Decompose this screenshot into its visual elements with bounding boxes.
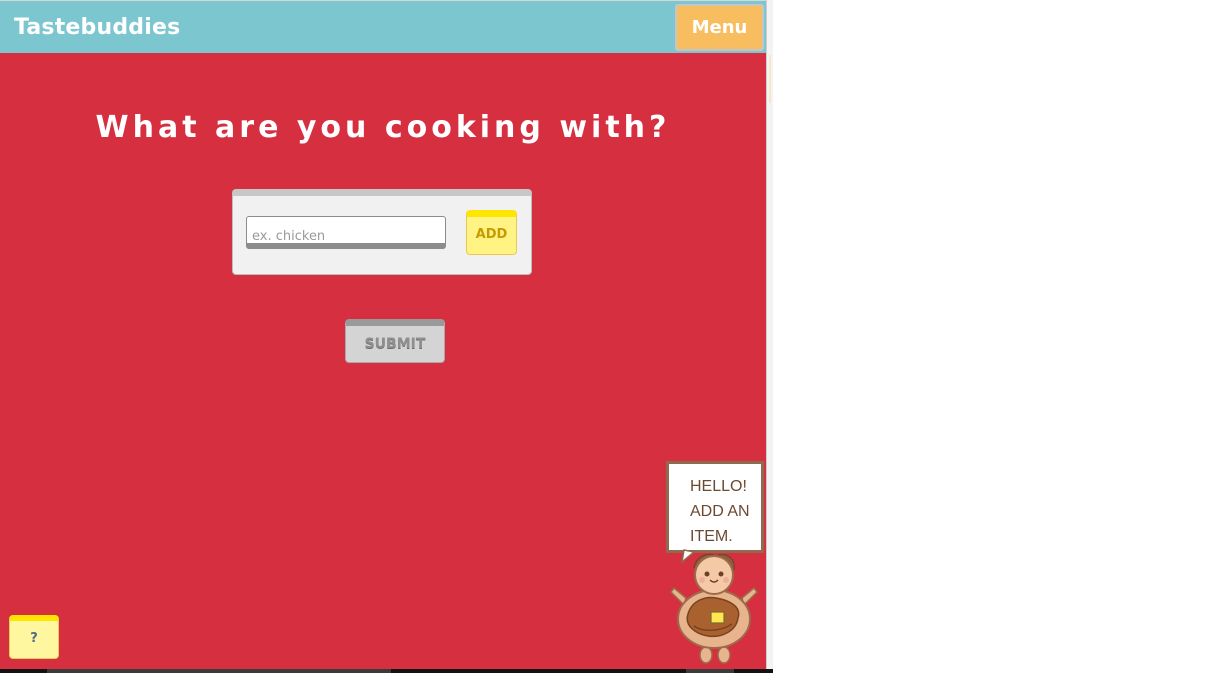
ingredient-form: ADD xyxy=(232,189,532,275)
scrollbar-segment xyxy=(686,669,734,673)
speech-line: ITEM. xyxy=(690,528,733,545)
page-title: What are you cooking with? xyxy=(95,110,671,145)
help-button[interactable]: ? xyxy=(9,615,59,659)
app-viewport: Tastebuddies Menu What are you cooking w… xyxy=(0,0,766,669)
edge-mark xyxy=(769,55,771,103)
bottom-scrollbar[interactable] xyxy=(0,669,773,673)
scrollbar-thumb[interactable] xyxy=(47,669,391,673)
ingredient-input[interactable] xyxy=(246,216,446,249)
page-edge xyxy=(766,0,773,669)
submit-button[interactable]: SUBMIT xyxy=(345,319,445,363)
mascot-speech-bubble: HELLO! ADD AN ITEM. xyxy=(666,461,764,553)
speech-line: HELLO! xyxy=(690,478,747,495)
brand-title[interactable]: Tastebuddies xyxy=(14,15,180,40)
add-button[interactable]: ADD xyxy=(466,210,517,255)
speech-line: ADD AN xyxy=(690,503,750,520)
top-navbar: Tastebuddies Menu xyxy=(0,0,766,53)
pancake-mascot-icon xyxy=(670,549,758,664)
menu-button[interactable]: Menu xyxy=(675,4,764,51)
